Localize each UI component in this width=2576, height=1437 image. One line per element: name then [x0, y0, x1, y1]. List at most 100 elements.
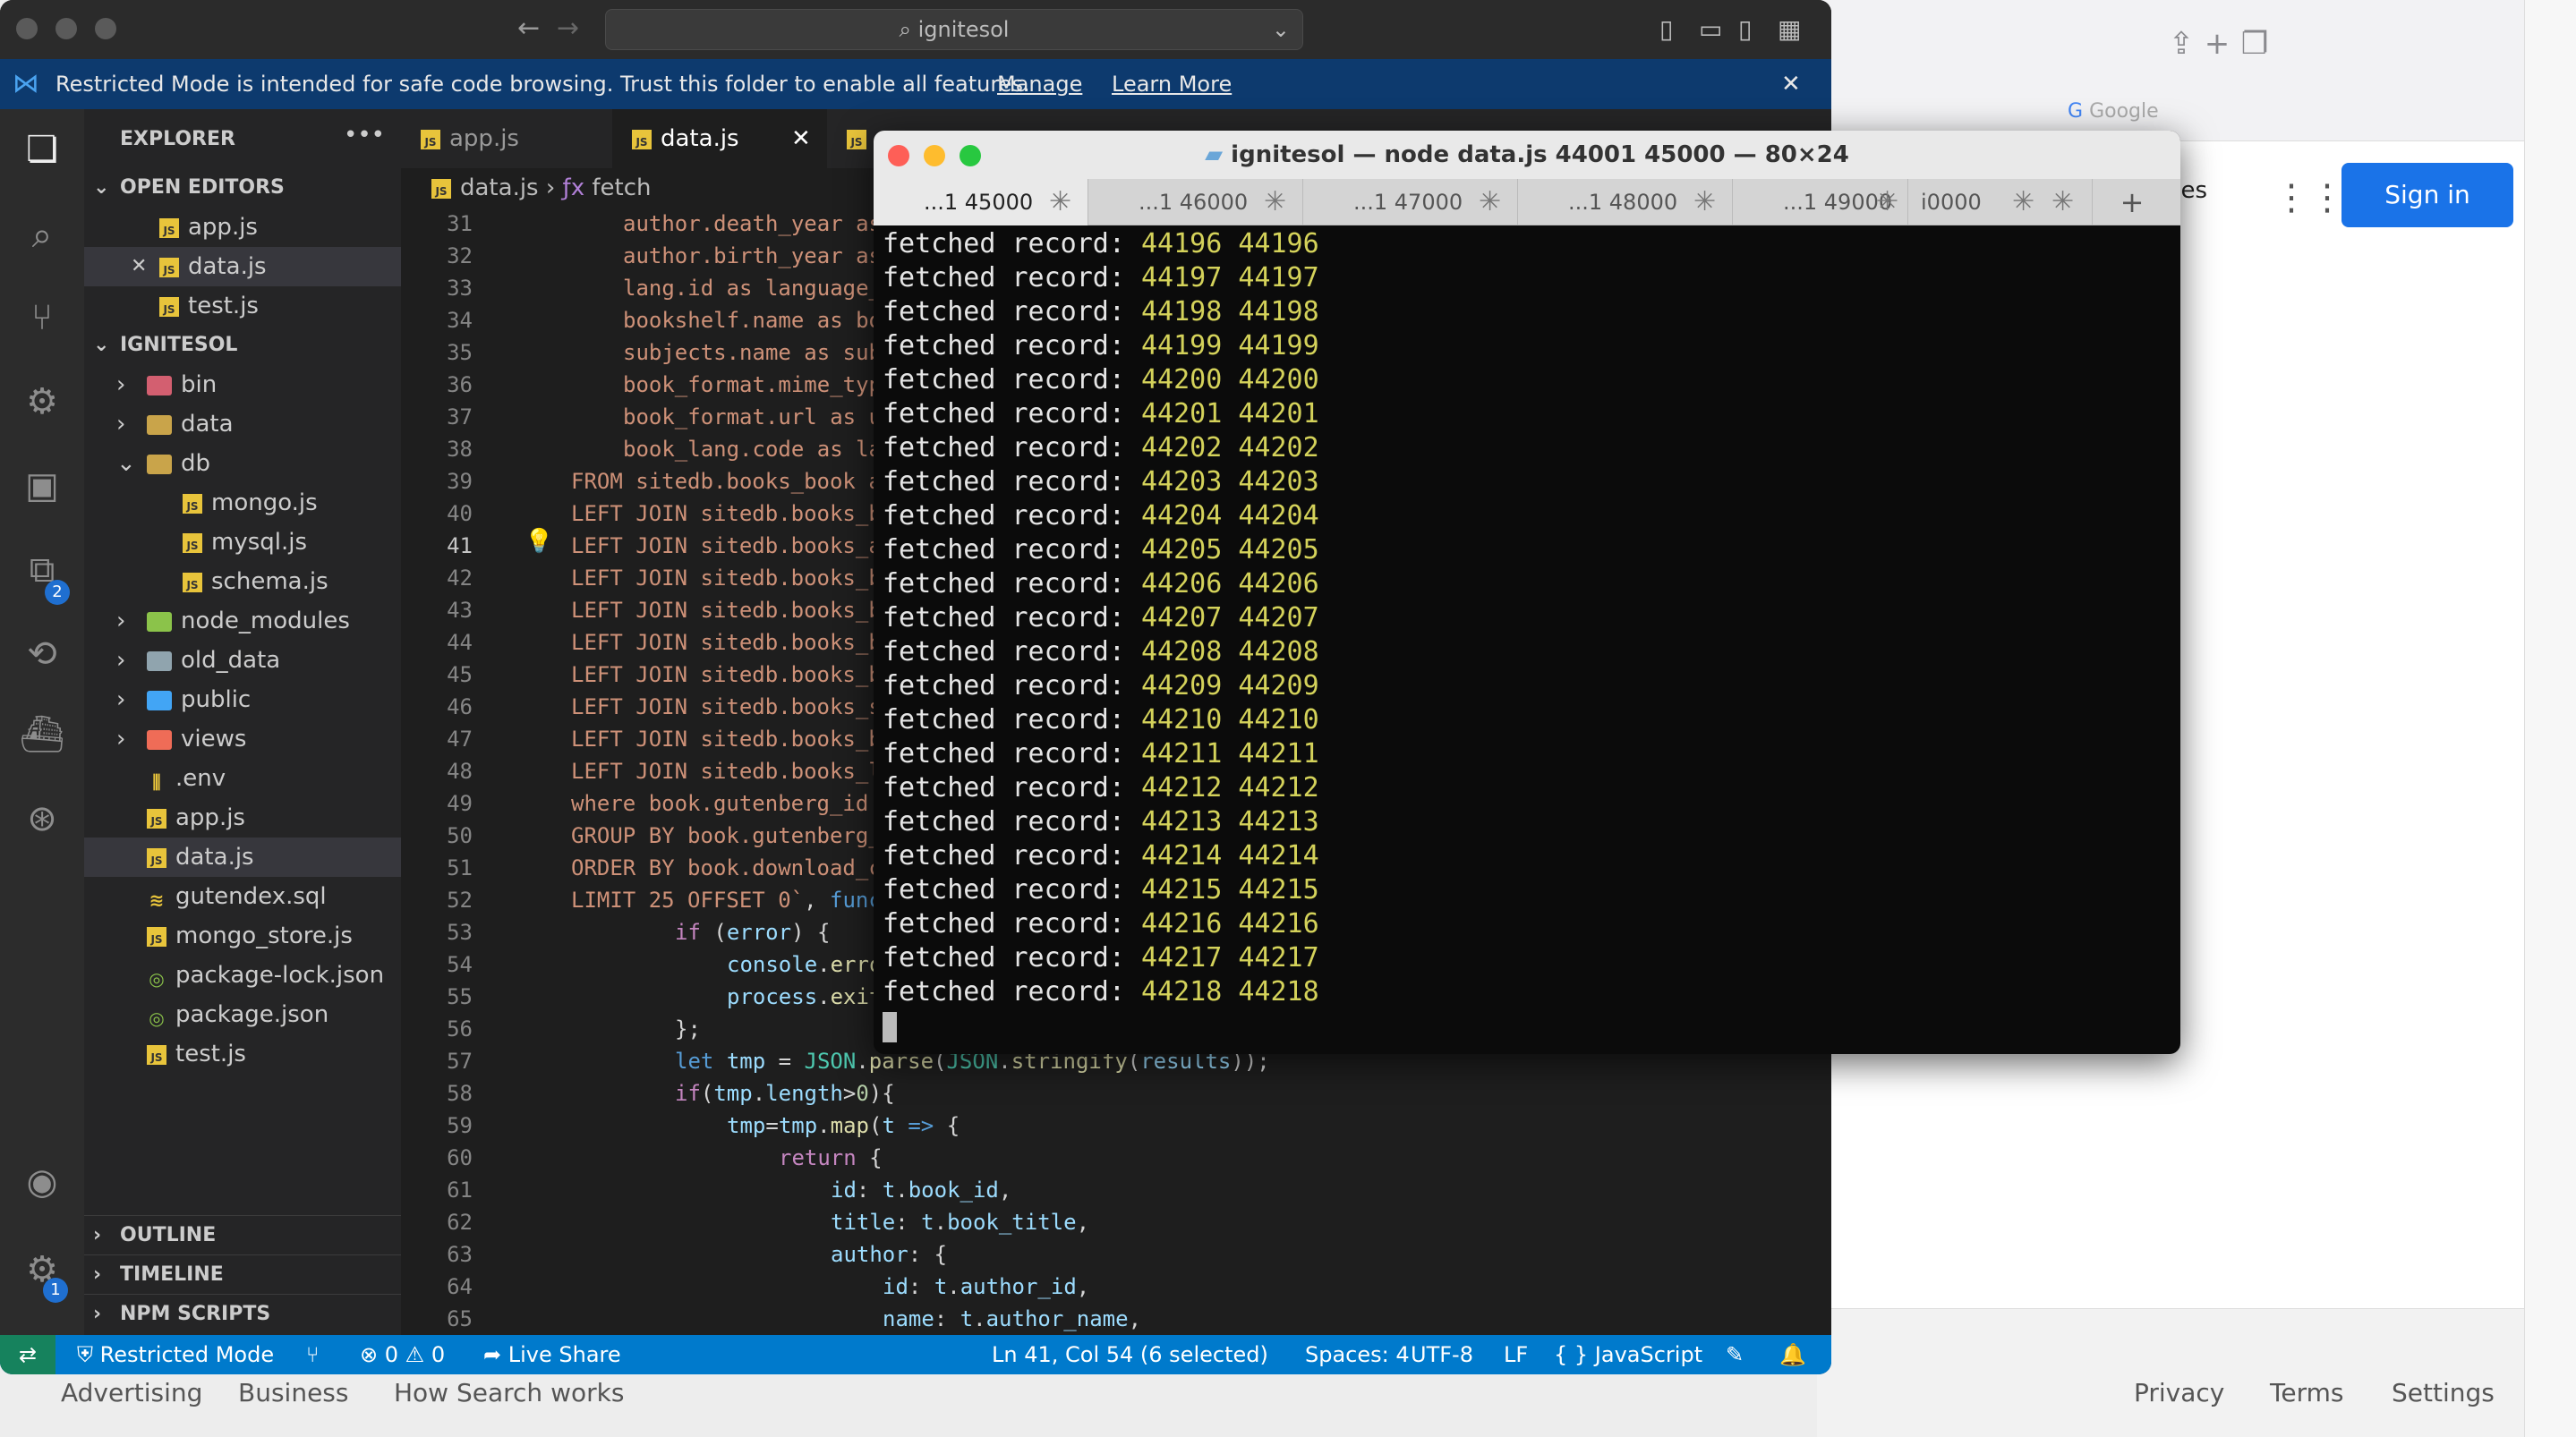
tree-folder-old-data[interactable]: › old_data: [84, 641, 401, 680]
tree-file[interactable]: JS mysql.js: [84, 523, 401, 562]
tree-file[interactable]: ⫼ .env: [84, 759, 401, 798]
footer-how-search-works-link[interactable]: How Search works: [394, 1378, 624, 1407]
minimize-window-button[interactable]: [55, 18, 77, 39]
tree-folder-public[interactable]: › public: [84, 680, 401, 719]
footer-advertising-link[interactable]: Advertising: [61, 1378, 202, 1407]
line-number: 48: [447, 759, 473, 784]
terminal-tab[interactable]: ...1 47000 ✳: [1303, 179, 1518, 225]
run-debug-icon[interactable]: ⚙: [18, 378, 66, 426]
encoding[interactable]: UTF-8: [1411, 1335, 1473, 1374]
terminal-tab[interactable]: i0000 ✳ ✳: [1908, 179, 2093, 225]
terminal-maximize-button[interactable]: [960, 145, 981, 166]
footer-business-link[interactable]: Business: [238, 1378, 348, 1407]
tabs-overview-icon[interactable]: ❐: [2234, 23, 2275, 64]
terminal-tab[interactable]: ...1 45000 ✳: [874, 179, 1088, 225]
breadcrumb-file[interactable]: data.js: [460, 174, 539, 201]
lightbulb-icon[interactable]: 💡: [525, 528, 553, 555]
end-of-line[interactable]: LF: [1504, 1335, 1528, 1374]
chevron-right-icon: ›: [116, 411, 126, 438]
loading-spinner-icon: ✳: [1049, 186, 1072, 217]
remote-explorer-icon[interactable]: ▣: [18, 462, 66, 510]
tree-folder-views[interactable]: › views: [84, 719, 401, 759]
more-actions-icon[interactable]: •••: [344, 122, 385, 149]
forward-arrow-icon[interactable]: →: [557, 13, 579, 44]
terminal-close-button[interactable]: [888, 145, 909, 166]
tree-file[interactable]: JS mongo.js: [84, 483, 401, 523]
tree-file[interactable]: JS test.js: [84, 1034, 401, 1074]
restricted-mode-indicator[interactable]: ⛨ Restricted Mode: [77, 1335, 274, 1374]
banner-manage-link[interactable]: Manage: [997, 59, 1082, 109]
explorer-icon[interactable]: ❏: [18, 125, 66, 174]
tree-folder-bin[interactable]: › bin: [84, 365, 401, 404]
open-editors-header[interactable]: ⌄ OPEN EDITORS: [84, 168, 401, 208]
command-center-search[interactable]: ⌕ ignitesol ⌄: [605, 9, 1303, 50]
tab-app-js[interactable]: JS app.js: [401, 109, 612, 168]
search-view-icon[interactable]: ⌕: [18, 211, 66, 259]
customize-layout-icon[interactable]: ▦: [1778, 14, 1801, 44]
notifications-bell-icon[interactable]: 🔔: [1779, 1335, 1806, 1374]
accounts-icon[interactable]: ◉: [18, 1158, 66, 1206]
back-arrow-icon[interactable]: ←: [517, 13, 540, 44]
chevron-down-icon[interactable]: ⌄: [1272, 10, 1290, 49]
open-editor-item[interactable]: JS test.js: [84, 286, 401, 326]
tree-file[interactable]: ◎ package-lock.json: [84, 956, 401, 995]
git-graph-icon[interactable]: ⊛: [18, 795, 66, 843]
tree-folder-node-modules[interactable]: › node_modules: [84, 601, 401, 641]
open-editor-item[interactable]: ✕ JS data.js: [84, 247, 401, 286]
footer-privacy-link[interactable]: Privacy: [2134, 1378, 2224, 1407]
live-share-button[interactable]: ➦ Live Share: [483, 1335, 621, 1374]
tree-folder-db[interactable]: ⌄ db: [84, 444, 401, 483]
breadcrumb-symbol[interactable]: fetch: [592, 174, 651, 201]
project-folder-header[interactable]: ⌄ IGNITESOL: [84, 326, 401, 365]
problems-indicator[interactable]: ⊗ 0 ⚠ 0: [360, 1335, 445, 1374]
toggle-secondary-sidebar-icon[interactable]: ▯: [1738, 14, 1752, 44]
sign-in-button[interactable]: Sign in: [2341, 163, 2513, 227]
line-number: 34: [447, 308, 473, 333]
folder-icon: [147, 729, 172, 750]
remote-indicator-icon[interactable]: ⇄: [0, 1335, 55, 1374]
code-line: };: [675, 1016, 701, 1042]
terminal-tab[interactable]: ...1 46000 ✳: [1088, 179, 1303, 225]
cursor-position[interactable]: Ln 41, Col 54 (6 selected): [992, 1335, 1268, 1374]
terminal-tab[interactable]: ...1 49000 ✳: [1733, 179, 1908, 225]
footer-terms-link[interactable]: Terms: [2270, 1378, 2343, 1407]
source-control-icon[interactable]: ⑂: [18, 293, 66, 342]
tree-file[interactable]: ≋ gutendex.sql: [84, 877, 401, 916]
close-banner-icon[interactable]: ✕: [1781, 59, 1801, 109]
outline-section[interactable]: › OUTLINE: [84, 1215, 401, 1254]
tree-file[interactable]: JS data.js: [84, 838, 401, 877]
npm-scripts-section[interactable]: › NPM SCRIPTS: [84, 1294, 401, 1333]
tab-test-js[interactable]: JS: [827, 109, 881, 168]
tree-file[interactable]: ◎ package.json: [84, 995, 401, 1034]
activity-bar: ❏ ⌕ ⑂ ⚙ ▣ ⧉ 2 ⟲ ⛴ ⊛ ◉ ⚙ 1: [0, 109, 84, 1335]
footer-settings-link[interactable]: Settings: [2392, 1378, 2495, 1407]
live-share-icon[interactable]: ⟲: [18, 630, 66, 678]
toggle-primary-sidebar-icon[interactable]: ▯: [1659, 14, 1673, 44]
docker-icon[interactable]: ⛴: [18, 710, 66, 759]
indentation[interactable]: Spaces: 4: [1305, 1335, 1410, 1374]
open-editor-item[interactable]: JS app.js: [84, 208, 401, 247]
maximize-window-button[interactable]: [95, 18, 116, 39]
tab-data-js[interactable]: JS data.js ✕: [612, 109, 827, 168]
folder-open-icon: [147, 454, 172, 474]
close-icon[interactable]: ✕: [131, 247, 147, 286]
toggle-panel-icon[interactable]: ▭: [1699, 14, 1722, 44]
banner-learn-more-link[interactable]: Learn More: [1112, 59, 1232, 109]
timeline-section[interactable]: › TIMELINE: [84, 1254, 401, 1294]
tree-file[interactable]: JS schema.js: [84, 562, 401, 601]
feedback-icon[interactable]: ✎: [1726, 1335, 1744, 1374]
tree-folder-data[interactable]: › data: [84, 404, 401, 444]
terminal-minimize-button[interactable]: [924, 145, 945, 166]
new-tab-icon[interactable]: +: [2196, 23, 2238, 64]
close-window-button[interactable]: [16, 18, 38, 39]
close-tab-icon[interactable]: ✕: [791, 109, 811, 168]
tree-file[interactable]: JS app.js: [84, 798, 401, 838]
tree-file[interactable]: JS mongo_store.js: [84, 916, 401, 956]
braces-icon: { }: [1554, 1342, 1595, 1367]
language-mode[interactable]: { } JavaScript: [1554, 1335, 1702, 1374]
line-number: 49: [447, 791, 473, 816]
source-control-status-icon[interactable]: ⑂: [306, 1335, 319, 1374]
new-terminal-tab-button[interactable]: +: [2105, 179, 2159, 225]
terminal-output[interactable]: fetched record: 44196 44196 fetched recor…: [883, 227, 2171, 1043]
terminal-tab[interactable]: ...1 48000 ✳: [1518, 179, 1733, 225]
